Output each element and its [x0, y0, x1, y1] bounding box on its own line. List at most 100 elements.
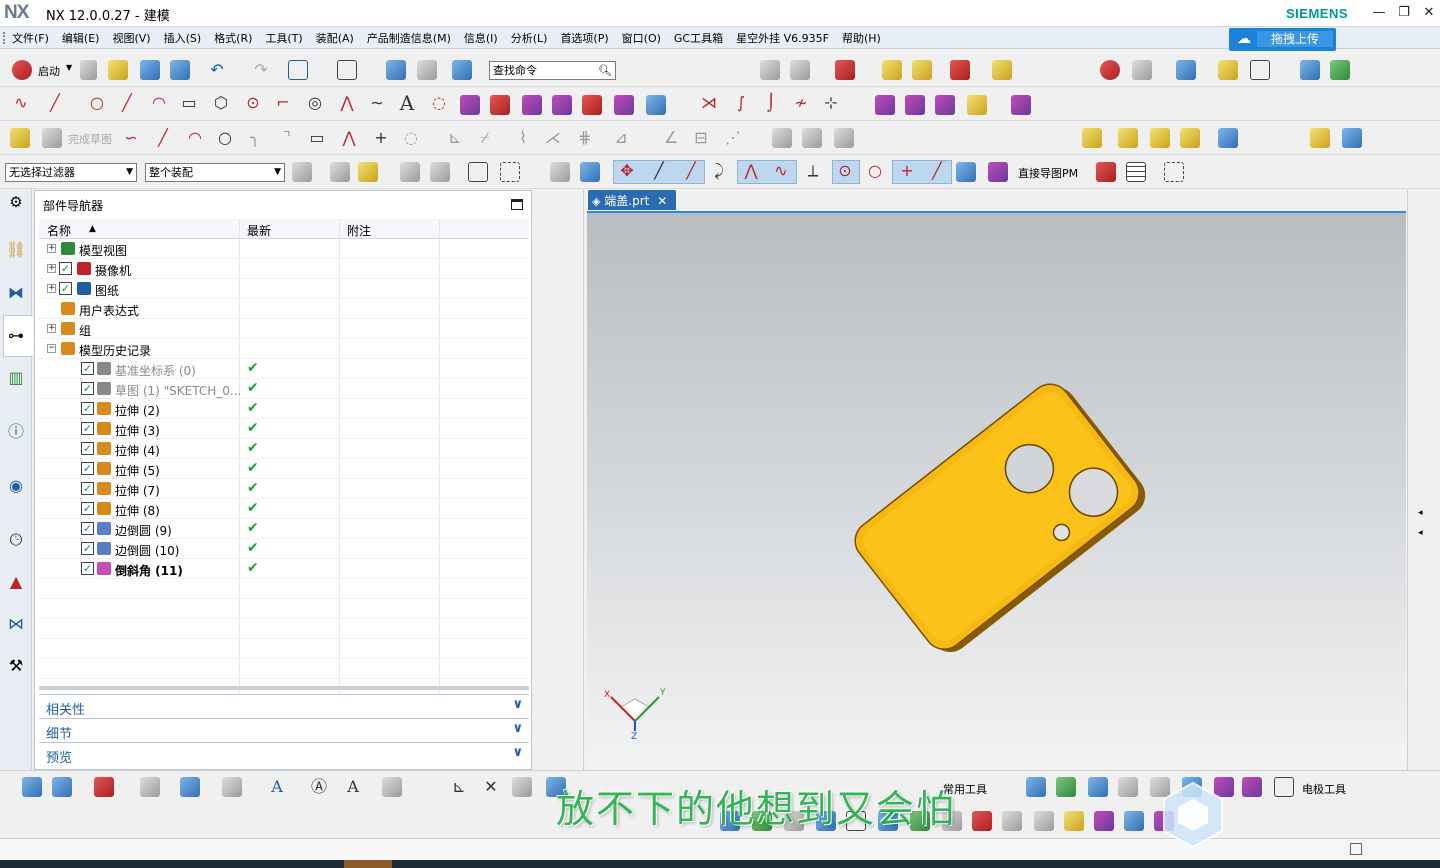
through-curves-icon[interactable]: [1414, 292, 1436, 314]
undo-icon[interactable]: ↶: [206, 60, 228, 82]
visibility-checkbox[interactable]: ✓: [81, 442, 94, 455]
thicken-icon[interactable]: [550, 678, 574, 700]
tree-row[interactable]: + 组: [39, 319, 529, 339]
measure-icon[interactable]: [992, 60, 1012, 80]
boolean-unite-icon[interactable]: [875, 95, 895, 115]
electrode-blank-icon[interactable]: [1026, 777, 1046, 797]
visibility-checkbox[interactable]: ✓: [59, 282, 72, 295]
visibility-checkbox[interactable]: ✓: [81, 522, 94, 535]
tree-row[interactable]: + ✓ 摄像机: [39, 259, 529, 279]
quick-trim-icon[interactable]: ⊾: [444, 128, 466, 150]
scroll-down-icon[interactable]: ◂: [1418, 508, 1423, 518]
curve-length-icon[interactable]: ⊹: [820, 93, 842, 115]
sketch-point-icon[interactable]: +: [370, 128, 392, 150]
command-search-input[interactable]: 查找命令 🔍︎: [489, 61, 616, 80]
reuse-library-icon[interactable]: ▥: [5, 367, 27, 389]
menu-insert[interactable]: 插入(S): [164, 30, 202, 46]
sketch-mirror-icon[interactable]: ⋌: [542, 128, 564, 150]
electrode-icon[interactable]: [1342, 128, 1362, 148]
export-icon[interactable]: [94, 777, 114, 797]
fillet-icon[interactable]: ⌐: [272, 93, 294, 115]
display-mode-icon[interactable]: [337, 60, 357, 80]
draft-icon[interactable]: [550, 332, 574, 354]
midpoint-snap-icon[interactable]: ╱: [680, 161, 702, 183]
edge-blend-icon[interactable]: [550, 456, 574, 478]
restore-button[interactable]: ❐: [1393, 3, 1415, 23]
wrap-curve-icon[interactable]: [614, 95, 634, 115]
tree-row[interactable]: ✓ 拉伸 (8) ✔: [39, 499, 529, 519]
mirror-curve-icon[interactable]: [646, 95, 666, 115]
menu-view[interactable]: 视图(V): [112, 30, 150, 46]
tree-row[interactable]: ✓ 拉伸 (2) ✔: [39, 399, 529, 419]
hd3d-tools-icon[interactable]: ⓘ: [5, 421, 27, 443]
tree-row[interactable]: ✓ 边倒圆 (9) ✔: [39, 519, 529, 539]
sketch-fillet-icon[interactable]: ╮: [244, 128, 266, 150]
block-icon[interactable]: [550, 648, 574, 670]
divide-curve-icon[interactable]: ≁: [790, 93, 812, 115]
panel-preview[interactable]: 预览 ∨: [39, 742, 529, 766]
layer-move-icon[interactable]: [790, 60, 810, 80]
geometric-constraint-icon[interactable]: ∠: [660, 128, 682, 150]
sketch-chamfer-icon[interactable]: ⌝: [276, 128, 298, 150]
emboss-icon[interactable]: [550, 710, 574, 732]
sketch-profile-icon[interactable]: ∽: [120, 128, 142, 150]
mold-tool-14-icon[interactable]: [1124, 811, 1144, 831]
snap-point-icon[interactable]: ✥: [616, 161, 638, 183]
column-note[interactable]: 附注: [347, 222, 371, 239]
wave-icon[interactable]: [22, 777, 42, 797]
view-orient-icon[interactable]: [1176, 60, 1196, 80]
make-corner-icon[interactable]: ⌇: [512, 128, 534, 150]
electrode-grid-icon[interactable]: [1274, 777, 1294, 797]
mold-tool-11-icon[interactable]: [1034, 811, 1054, 831]
sketch-rectangle-icon[interactable]: ▭: [306, 128, 328, 150]
mold-tool-10-icon[interactable]: [1002, 811, 1022, 831]
part-model[interactable]: [587, 213, 1406, 769]
type-filter-icon[interactable]: [358, 162, 378, 182]
quick-extend-icon[interactable]: ⌿: [474, 128, 496, 150]
new-file-icon[interactable]: [80, 60, 97, 80]
n-sided-surface-icon[interactable]: [1414, 386, 1436, 408]
split-body-icon[interactable]: [550, 578, 574, 600]
text-icon[interactable]: A: [396, 93, 418, 115]
conic-icon[interactable]: ∼: [366, 93, 388, 115]
finish-sketch-icon[interactable]: [42, 128, 62, 148]
system-materials-icon[interactable]: ▲: [5, 571, 27, 593]
quadrant-snap-icon[interactable]: ○: [864, 161, 886, 183]
move-object-icon[interactable]: [512, 777, 532, 797]
pattern-geometry-icon[interactable]: [550, 394, 574, 416]
menu-preferences[interactable]: 首选项(P): [560, 30, 608, 46]
tree-row[interactable]: 用户表达式: [39, 299, 529, 319]
visibility-checkbox[interactable]: ✓: [81, 482, 94, 495]
tree-row[interactable]: − 模型历史记录: [39, 339, 529, 359]
electrode-mirror-icon[interactable]: [1118, 777, 1138, 797]
menu-analysis[interactable]: 分析(L): [511, 30, 548, 46]
panel-details[interactable]: 细节 ∨: [39, 718, 529, 742]
render-style-icon[interactable]: [1218, 60, 1238, 80]
assembly-scope-select[interactable]: 整个装配 ▼: [145, 163, 285, 182]
section-curve-icon[interactable]: [522, 95, 542, 115]
visibility-checkbox[interactable]: ✓: [81, 362, 94, 375]
expand-icon[interactable]: +: [47, 244, 56, 253]
extension-surface-icon[interactable]: [1414, 480, 1436, 502]
start-label[interactable]: 启动: [38, 63, 60, 79]
paste-icon[interactable]: [417, 60, 437, 80]
sketch-line-icon[interactable]: ╱: [152, 128, 174, 150]
snap-view-icon[interactable]: [1100, 60, 1120, 80]
window-fit-icon[interactable]: [288, 60, 308, 80]
boolean-icon[interactable]: [550, 424, 574, 446]
finish-sketch-label[interactable]: 完成草图: [68, 131, 112, 147]
sketch-offset-icon[interactable]: ◌: [400, 128, 422, 150]
menu-xingkong-plugin[interactable]: 星空外挂 V6.935F: [736, 30, 829, 46]
surface-icon[interactable]: [1414, 200, 1436, 222]
direct-sketch-icon[interactable]: [988, 162, 1008, 182]
ruled-surface-icon[interactable]: [1414, 262, 1436, 284]
point-on-face-icon[interactable]: ╱: [926, 161, 948, 183]
visibility-checkbox[interactable]: ✓: [81, 422, 94, 435]
column-latest[interactable]: 最新: [247, 222, 271, 239]
hole-icon[interactable]: [550, 294, 574, 316]
polygon-icon[interactable]: ⬡: [210, 93, 232, 115]
join-curve-icon[interactable]: ⌡: [760, 93, 782, 115]
menu-format[interactable]: 格式(R): [214, 30, 252, 46]
select-cube-icon[interactable]: [468, 162, 488, 182]
offset-face-feature-icon[interactable]: [550, 610, 574, 632]
